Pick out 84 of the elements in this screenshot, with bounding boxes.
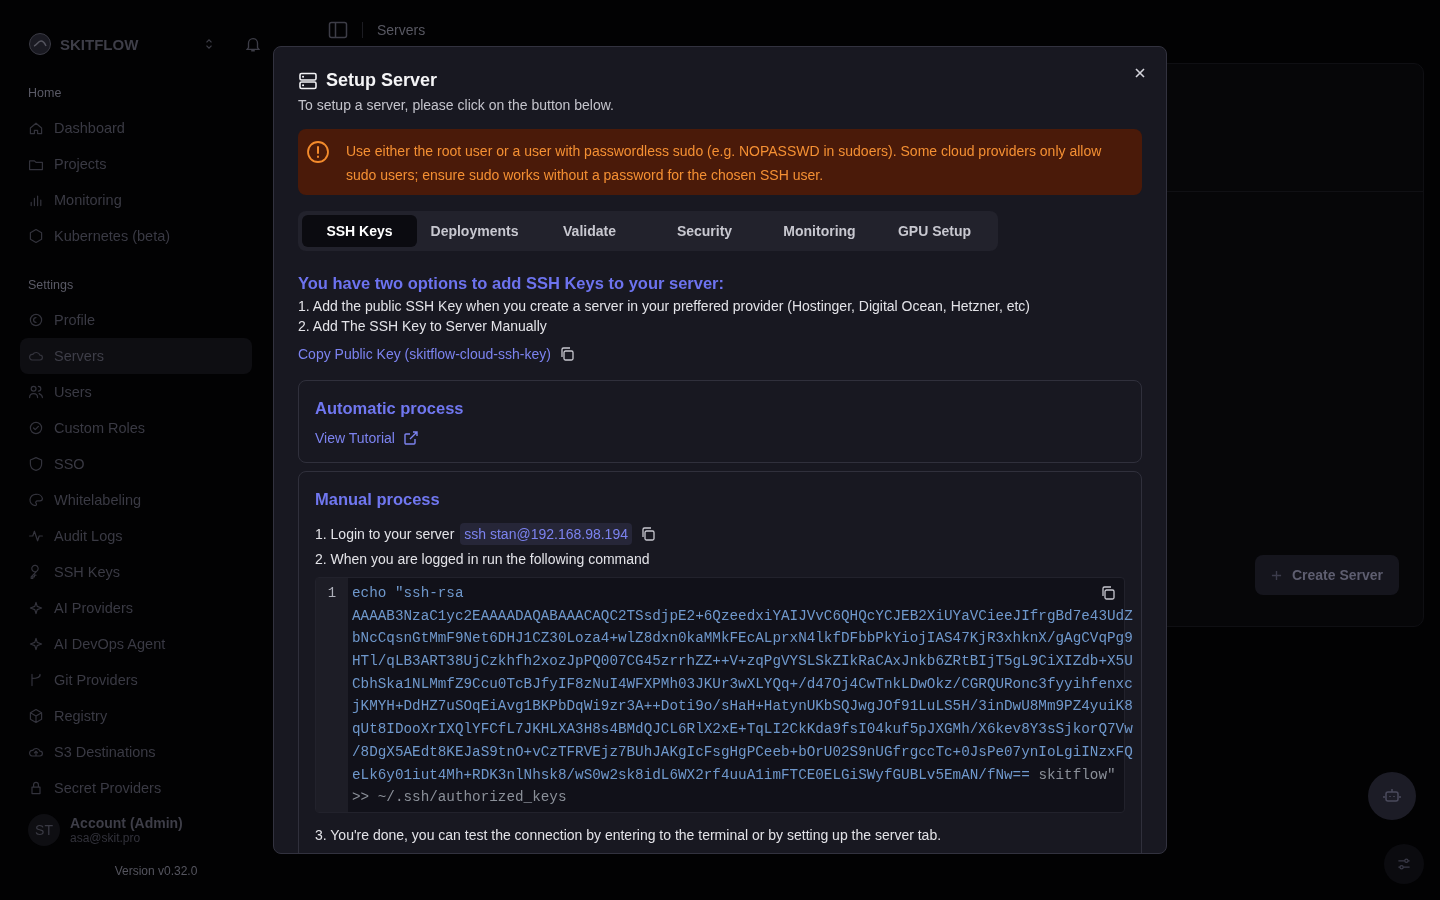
code-line: bNcCqsnGtMmF9Net6DHJ1CZ30Loza4+wlZ8dxn0kaMMkFEcALprxN4lkfDFbbPkYiojIAS47KjR3xhknX/gAgCVqPg9 xyxy=(352,629,1133,649)
ssh-command: ssh stan@192.168.98.194 xyxy=(460,523,632,545)
bar-chart-icon xyxy=(28,192,44,208)
sidebar-item[interactable]: Whitelabeling xyxy=(20,482,252,518)
sidebar-item[interactable]: Secret Providers xyxy=(20,770,252,804)
code-line: echo "ssh-rsa xyxy=(352,584,464,603)
users-icon xyxy=(28,384,44,400)
hexagon-icon xyxy=(28,228,44,244)
step-text: 3. You're done, you can test the connection by entering to the terminal or by setting up the server tab. xyxy=(315,827,943,843)
close-icon xyxy=(1134,67,1146,79)
line-number: 1 xyxy=(327,585,337,601)
logo-icon xyxy=(28,32,52,56)
sparkle-icon xyxy=(28,600,44,616)
copy-icon[interactable] xyxy=(1100,585,1116,601)
code-line: /8DgX5AEdt8KEJaS9tnO+vCzTFRVEjz7BUhJAKgIcFsgHgPCeeb+bOrU02S9nUGfrgccTc+0JsPe07ynIoLgiINzxFQ xyxy=(352,742,1133,762)
tab[interactable]: GPU Setup xyxy=(877,215,992,247)
sidebar-item[interactable]: Monitoring xyxy=(20,182,252,218)
code-line: CbhSka1NLMmfZ9Ccu0TcBJfyIF8zNuI4WFXPMh03JKUr3wXLYQq+/d47Oj4CwTnkLDwOkz/CGRQURonc3fyyihfenxc xyxy=(352,674,1133,694)
settings-button[interactable] xyxy=(1384,844,1424,884)
badge-check-icon xyxy=(28,420,44,436)
code-line: AAAAB3NzaC1yc2EAAAADAQABAAACAQC2TSsdjpE2+6QzeedxiYAIJVvC6QHQcYCJEB2XiUYaVCieeJIfrgBd7e43UdZ xyxy=(352,606,1133,626)
sliders-icon xyxy=(1396,856,1412,872)
sidebar-item[interactable]: AI Providers xyxy=(20,590,252,626)
warning-text: Use either the root user or a user with passwordless sudo (e.g. NOPASSWD in sudoers). Some cloud providers only allow sudo users; ensure sudo works without a password for the chosen SSH user. xyxy=(346,142,1103,185)
sidebar-item[interactable]: SSH Keys xyxy=(20,554,252,590)
palette-icon xyxy=(28,492,44,508)
code-line: HTl/qLB3ART38UjCzkhfh2xozJpPQ007CG45zrrhZZ++V+zqPgVYSLSkZIkRaCAxJnkb6ZRtBIjT5gL9CiXIZdb+X5U xyxy=(352,652,1133,672)
assistant-button[interactable] xyxy=(1368,772,1416,820)
warning-icon xyxy=(306,140,330,164)
step-text: 1. Login to your server xyxy=(315,526,455,542)
sidebar-item[interactable]: SSO xyxy=(20,446,252,482)
code-line: >> ~/.ssh/authorized_keys xyxy=(352,788,567,808)
sidebar-item[interactable]: Audit Logs xyxy=(20,518,252,554)
branch-icon xyxy=(28,672,44,688)
sidebar-item[interactable]: Users xyxy=(20,374,252,410)
options-heading: You have two options to add SSH Keys to your server: xyxy=(298,274,726,293)
dialog-subtitle: To setup a server, please click on the button below. xyxy=(298,97,615,113)
sidebar-item[interactable]: Dashboard xyxy=(20,110,252,146)
shield-icon xyxy=(28,456,44,472)
sidebar-item[interactable]: Profile xyxy=(20,302,252,338)
option-text: 1. Add the public SSH Key when you create a server in your preffered provider (Hostinger, Digital Ocean, Hetzner, etc) xyxy=(298,299,1031,313)
tab[interactable]: Monitoring xyxy=(762,215,877,247)
sidebar-item[interactable]: Git Providers xyxy=(20,662,252,698)
sidebar-item[interactable]: AI DevOps Agent xyxy=(20,626,252,662)
panel-title: Manual process xyxy=(315,490,441,509)
code-line: qUt8IDooXrIXQlYFCfL7JKHLXA3H8s4BMdQJCL6RlX2xE+TqLI2CkKda9fsI04kuf5pJXGMh/X6kev8Y3sSjkorQ7Vw xyxy=(352,720,1133,740)
activity-icon xyxy=(28,528,44,544)
sidebar-toggle-icon[interactable] xyxy=(328,20,348,40)
account-name: Account (Admin) xyxy=(70,815,183,831)
lock-icon xyxy=(28,780,44,796)
tab[interactable]: SSH Keys xyxy=(302,215,417,247)
panel-title: Automatic process xyxy=(315,399,465,418)
create-server-button[interactable]: Create Server xyxy=(1254,555,1399,595)
account-email: asa@skit.pro xyxy=(70,831,142,845)
version-text: Version v0.32.0 xyxy=(113,863,199,880)
code-line: eLk6y01iut4Mh+RDK3nlNhsk8/wS0w2sk8idL6WX2rf4uuA1imFTCE0ELGiSWyfGUBLv5EmAN/fNw== skitflow" xyxy=(352,765,1116,785)
box-icon xyxy=(28,708,44,724)
tab[interactable]: Deployments xyxy=(417,215,532,247)
sidebar-item[interactable]: Kubernetes (beta) xyxy=(20,218,252,254)
tab[interactable]: Validate xyxy=(532,215,647,247)
sidebar-item[interactable]: Registry xyxy=(20,698,252,734)
dialog-title: Setup Server xyxy=(326,70,438,91)
plus-icon xyxy=(1270,569,1282,581)
copy-icon[interactable] xyxy=(558,346,575,362)
code-line: jKMYH+DdHZ7uSOqEiAvg1BKPbDqWi9zr3A++Doti9o/sHaH+HatynUKbSQJwgJOf91LuLS5H/3inDwU8Mm9PZ4yuiK8 xyxy=(352,697,1133,717)
copy-icon[interactable] xyxy=(639,526,656,542)
server-icon xyxy=(298,70,318,91)
sidebar-item[interactable]: Projects xyxy=(20,146,252,182)
section-label: Settings xyxy=(27,277,75,294)
external-link-icon xyxy=(402,430,419,446)
tab[interactable]: Security xyxy=(647,215,762,247)
sidebar-item[interactable]: Custom Roles xyxy=(20,410,252,446)
option-text: 2. Add The SSH Key to Server Manually xyxy=(298,319,548,333)
step-text: 2. When you are logged in run the following command xyxy=(315,551,651,567)
home-icon xyxy=(28,120,44,136)
bell-icon[interactable] xyxy=(244,35,262,53)
copy-public-key-link[interactable]: Copy Public Key (skitflow-cloud-ssh-key) xyxy=(298,346,551,362)
view-tutorial-link[interactable]: View Tutorial xyxy=(315,430,395,446)
breadcrumb[interactable]: Servers xyxy=(377,22,426,38)
brand-name: SKITFLOW xyxy=(60,35,140,53)
sidebar-item[interactable]: S3 Destinations xyxy=(20,734,252,770)
chevron-updown-icon[interactable] xyxy=(204,37,214,51)
sparkle-icon xyxy=(28,636,44,652)
section-label: Home xyxy=(27,85,63,102)
